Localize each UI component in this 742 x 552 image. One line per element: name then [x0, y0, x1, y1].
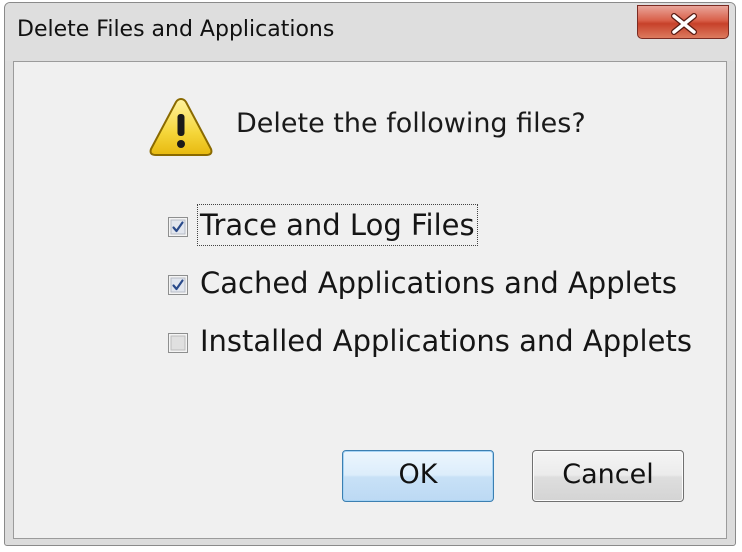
option-label: Trace and Log Files [197, 204, 478, 246]
option-label: Cached Applications and Applets [200, 266, 677, 300]
dialog-content: Delete the following files? Trace and Lo… [13, 61, 727, 539]
window-title: Delete Files and Applications [17, 17, 335, 42]
checkbox-checked-icon[interactable] [168, 217, 188, 237]
title-bar[interactable]: Delete Files and Applications [5, 3, 735, 61]
checkbox-unchecked-icon[interactable] [168, 333, 188, 353]
cancel-button[interactable]: Cancel [532, 450, 684, 502]
warning-icon [149, 97, 213, 156]
close-icon [671, 13, 697, 35]
option-label: Installed Applications and Applets [200, 324, 692, 358]
ok-button[interactable]: OK [342, 450, 494, 502]
dialog-window: Delete Files and Applications Delete the… [4, 2, 736, 546]
checkbox-checked-icon[interactable] [168, 275, 188, 295]
confirmation-question: Delete the following files? [236, 108, 586, 139]
close-button[interactable] [637, 5, 729, 39]
